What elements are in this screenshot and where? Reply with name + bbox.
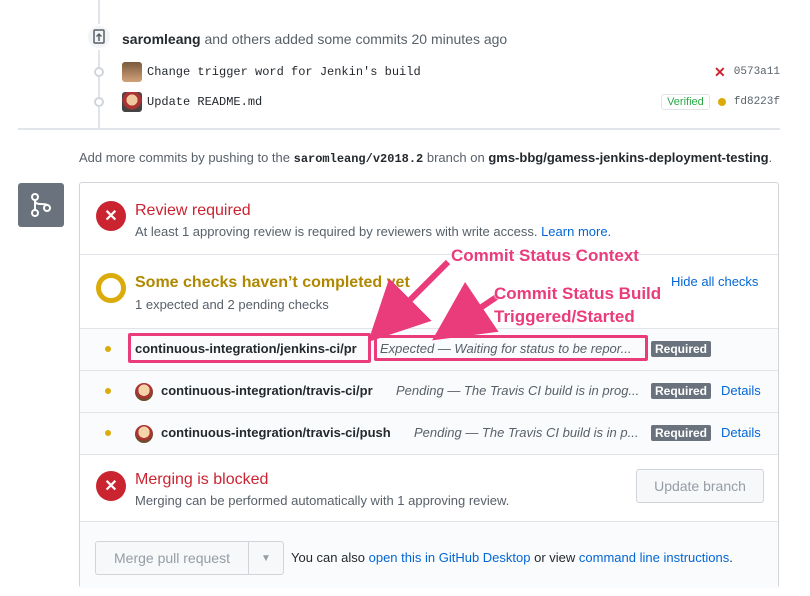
annotation-context: Commit Status Context (451, 246, 639, 265)
annotation-build-line2: Triggered/Started (494, 307, 635, 326)
arrow-to-description (432, 282, 500, 341)
annotation-arrows (368, 259, 500, 342)
arrow-to-context (368, 259, 451, 342)
annotation-build-line1: Commit Status Build (494, 284, 662, 303)
